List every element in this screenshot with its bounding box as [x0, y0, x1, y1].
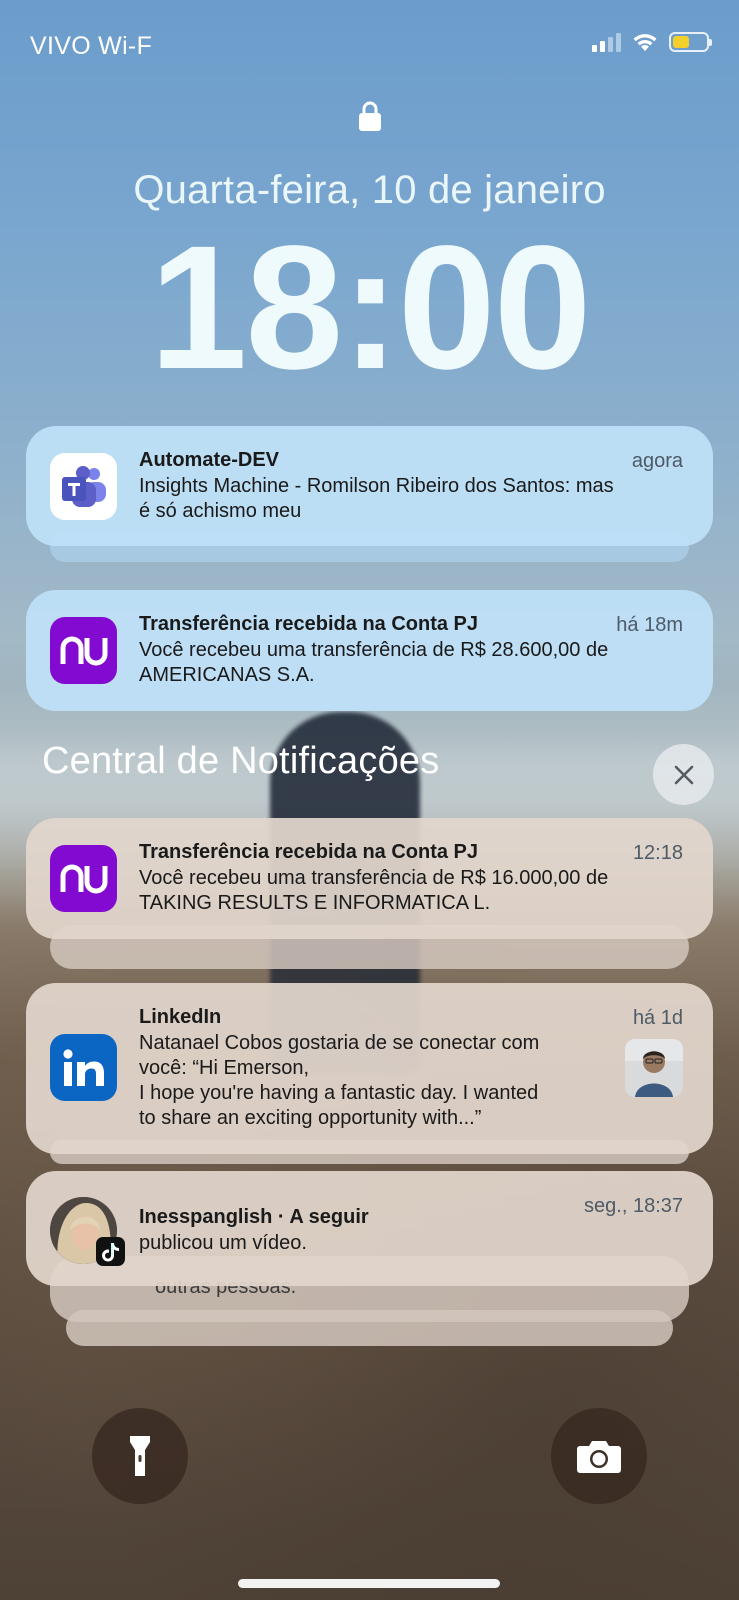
notification-title: LinkedIn — [139, 1006, 222, 1028]
notification-body: Você recebeu uma transferência de R$ 28.… — [139, 638, 683, 688]
status-icons — [592, 31, 712, 53]
notification-teams[interactable]: Automate-DEV agora Insights Machine - Ro… — [26, 426, 713, 546]
notification-body-line: é só achismo meu — [139, 500, 302, 522]
lock-icon — [358, 100, 382, 137]
notification-title: Transferência recebida na Conta PJ — [139, 841, 479, 863]
notification-title: Inesspanglish · A seguir — [139, 1206, 369, 1228]
wifi-icon — [631, 31, 659, 53]
notification-body-line: Insights Machine - Romilson Ribeiro dos … — [139, 475, 614, 497]
notification-body-line: Você recebeu uma transferência de R$ 16.… — [139, 867, 609, 889]
notification-nubank-recent[interactable]: Transferência recebida na Conta PJ há 18… — [26, 590, 713, 711]
home-indicator[interactable] — [238, 1579, 500, 1588]
notification-body-line: Você recebeu uma transferência de R$ 28.… — [139, 639, 609, 661]
notification-linkedin[interactable]: LinkedIn há 1d Natanael Cobos gostaria d… — [26, 983, 713, 1154]
notification-body-line: TAKING RESULTS E INFORMATICA L. — [139, 892, 491, 914]
linkedin-icon — [50, 1034, 117, 1101]
camera-button[interactable] — [551, 1408, 647, 1504]
notification-time: há 1d — [632, 1007, 683, 1029]
flashlight-icon — [130, 1436, 150, 1476]
notification-center-title: Central de Notificações — [42, 740, 440, 782]
notification-time: há 18m — [616, 614, 683, 636]
lockscreen-date: Quarta-feira, 10 de janeiro — [133, 168, 606, 212]
notification-time: agora — [631, 450, 683, 472]
nubank-icon — [50, 845, 117, 912]
close-icon — [674, 765, 693, 784]
flashlight-button[interactable] — [92, 1408, 188, 1504]
status-bar: VIVO Wi-F — [0, 0, 739, 90]
notification-tiktok[interactable]: Inesspanglish · A seguir seg., 18:37 pub… — [26, 1171, 713, 1286]
notification-body-line: to share an exciting opportunity with...… — [139, 1107, 482, 1129]
notification-time: seg., 18:37 — [584, 1195, 683, 1217]
notification-nubank[interactable]: Transferência recebida na Conta PJ 12:18… — [26, 818, 713, 939]
notification-body-line: você: “Hi Emerson, — [139, 1057, 310, 1079]
teams-icon — [50, 453, 117, 520]
tiktok-icon — [96, 1237, 125, 1266]
notification-body: Natanael Cobos gostaria de se conectar c… — [139, 1031, 608, 1131]
notification-body: Insights Machine - Romilson Ribeiro dos … — [139, 474, 683, 524]
notification-title: Transferência recebida na Conta PJ — [139, 613, 479, 635]
carrier-label: VIVO Wi-F — [30, 32, 153, 60]
cellular-signal-icon — [592, 32, 621, 52]
notification-body-line: I hope you're having a fantastic day. I … — [139, 1082, 539, 1104]
battery-icon — [669, 32, 712, 52]
nubank-icon — [50, 617, 117, 684]
sender-avatar — [625, 1039, 683, 1097]
notification-body-line: AMERICANAS S.A. — [139, 664, 315, 686]
notification-body-line: publicou um vídeo. — [139, 1232, 307, 1254]
camera-icon — [577, 1441, 621, 1473]
notification-body: Você recebeu uma transferência de R$ 16.… — [139, 866, 683, 916]
notification-time: 12:18 — [632, 842, 683, 864]
notification-body: publicou um vídeo. — [139, 1231, 683, 1256]
clear-notifications-button[interactable] — [653, 744, 714, 805]
notification-title: Automate-DEV — [139, 449, 280, 471]
lockscreen-time: 18:00 — [149, 210, 591, 406]
notification-body-line: Natanael Cobos gostaria de se conectar c… — [139, 1032, 540, 1054]
